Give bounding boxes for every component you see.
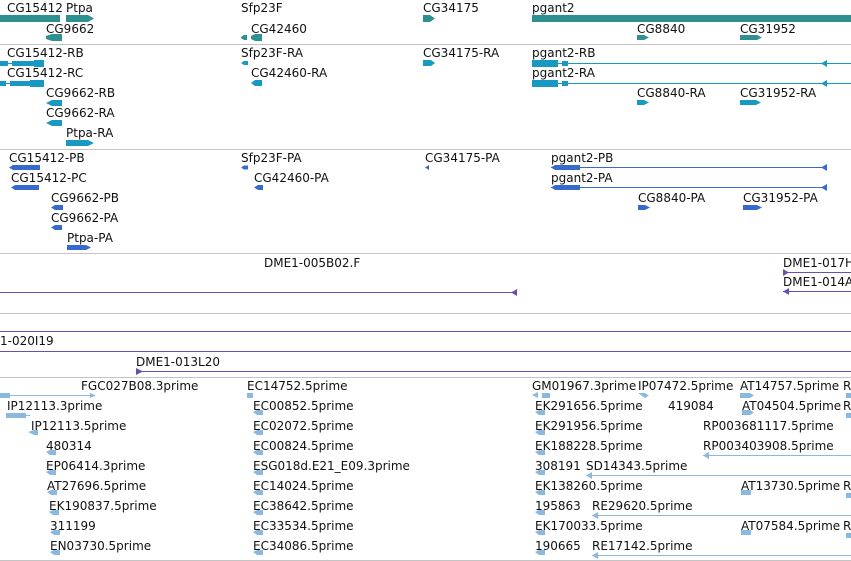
gene-glyph (241, 35, 247, 40)
gene-glyph (66, 15, 94, 22)
track-ests: FGC027B08.3prime IP12113.3prime IP12113.… (0, 378, 851, 561)
transcript-glyphs (0, 60, 851, 146)
track-proteins: CG15412-PB CG15412-PC CG9662-PB CG9662-P… (0, 150, 851, 253)
gene-glyph (251, 34, 262, 41)
gene-glyph (740, 35, 762, 40)
est-glyphs (0, 392, 851, 559)
track-transcripts: CG15412-RB CG15412-RC CG9662-RB CG9662-R… (0, 45, 851, 149)
track-clones-b: 1-020I19 DME1-013L20 (0, 314, 851, 377)
gene-glyph (0, 15, 60, 22)
gene-glyphs (0, 15, 851, 41)
track-clones-a: DME1-005B02.F DME1-017H DME1-014A (0, 254, 851, 313)
gene-glyph (46, 34, 62, 41)
clone-glyphs-b (0, 331, 851, 375)
gene-glyph (423, 15, 435, 22)
clone-glyphs (0, 269, 851, 296)
genome-browser: CG15412 Ptpa CG9662 Sfp23F CG42460 CG341… (0, 0, 851, 561)
gene-glyph (637, 35, 649, 40)
protein-glyphs (9, 164, 827, 250)
track-genes: CG15412 Ptpa CG9662 Sfp23F CG42460 CG341… (0, 0, 851, 44)
gene-glyph (532, 15, 851, 22)
